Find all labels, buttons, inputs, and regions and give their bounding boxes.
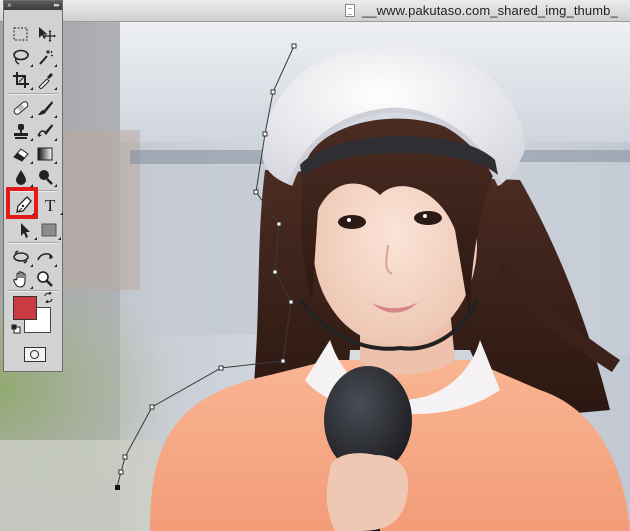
path-selection-tool[interactable] bbox=[13, 219, 37, 241]
document-icon bbox=[345, 4, 355, 17]
healing-brush-tool[interactable] bbox=[9, 97, 33, 119]
tools-panel-header[interactable]: × ▸▸ bbox=[4, 1, 62, 10]
rectangle-icon bbox=[41, 223, 57, 237]
blur-tool[interactable] bbox=[9, 166, 33, 188]
document-title-bar[interactable]: __www.pakutaso.com_shared_img_thumb_ bbox=[0, 0, 630, 22]
bandage-icon bbox=[13, 101, 29, 115]
zoom-tool[interactable] bbox=[33, 268, 57, 290]
brush-icon bbox=[38, 101, 53, 115]
dodge-tool[interactable] bbox=[33, 166, 57, 188]
lasso-icon bbox=[13, 49, 29, 65]
drop-icon bbox=[16, 170, 26, 185]
brush-tool[interactable] bbox=[33, 97, 57, 119]
move-tool[interactable] bbox=[33, 23, 57, 45]
marquee-icon bbox=[13, 27, 28, 41]
photo bbox=[0, 22, 630, 531]
3d-orbit-icon bbox=[37, 253, 53, 261]
3d-rotate-tool[interactable] bbox=[9, 246, 33, 268]
3d-orbit-tool[interactable] bbox=[33, 246, 57, 268]
eraser-tool[interactable] bbox=[9, 143, 33, 165]
arrow-icon bbox=[21, 223, 30, 238]
swap-colors-icon[interactable] bbox=[43, 292, 54, 303]
hand-icon bbox=[13, 271, 26, 288]
type-tool[interactable]: T bbox=[39, 194, 63, 216]
dodge-icon bbox=[39, 170, 53, 185]
quick-mask-button[interactable] bbox=[24, 347, 46, 362]
tools-panel: × ▸▸ T bbox=[3, 0, 63, 372]
magic-wand-tool[interactable] bbox=[33, 46, 57, 68]
eraser-icon bbox=[13, 148, 29, 162]
magic-wand-icon bbox=[39, 50, 54, 65]
zoom-icon bbox=[37, 271, 53, 287]
clone-stamp-tool[interactable] bbox=[9, 120, 33, 142]
history-brush-tool[interactable] bbox=[33, 120, 57, 142]
foreground-color-swatch[interactable] bbox=[13, 296, 37, 320]
gradient-icon bbox=[37, 147, 53, 161]
close-icon[interactable]: × bbox=[7, 2, 14, 10]
crop-tool[interactable] bbox=[9, 69, 33, 91]
rectangle-tool[interactable] bbox=[37, 219, 61, 241]
lasso-tool[interactable] bbox=[9, 46, 33, 68]
image-canvas[interactable] bbox=[0, 22, 630, 531]
gradient-tool[interactable] bbox=[33, 143, 57, 165]
history-brush-icon bbox=[37, 124, 53, 137]
svg-text:T: T bbox=[45, 196, 56, 214]
eyedropper-tool[interactable] bbox=[33, 69, 57, 91]
default-colors-icon[interactable] bbox=[11, 324, 21, 334]
3d-rotate-icon bbox=[13, 250, 29, 264]
document-title: __www.pakutaso.com_shared_img_thumb_ bbox=[362, 3, 618, 18]
crop-icon bbox=[13, 72, 29, 88]
collapse-icon[interactable]: ▸▸ bbox=[54, 1, 60, 10]
move-icon bbox=[39, 27, 56, 42]
eyedropper-icon bbox=[38, 73, 53, 89]
rectangular-marquee-tool[interactable] bbox=[9, 23, 33, 45]
hand-tool[interactable] bbox=[9, 268, 33, 290]
type-icon: T bbox=[45, 196, 56, 214]
stamp-icon bbox=[14, 124, 28, 139]
pen-tool-highlight bbox=[6, 187, 38, 219]
